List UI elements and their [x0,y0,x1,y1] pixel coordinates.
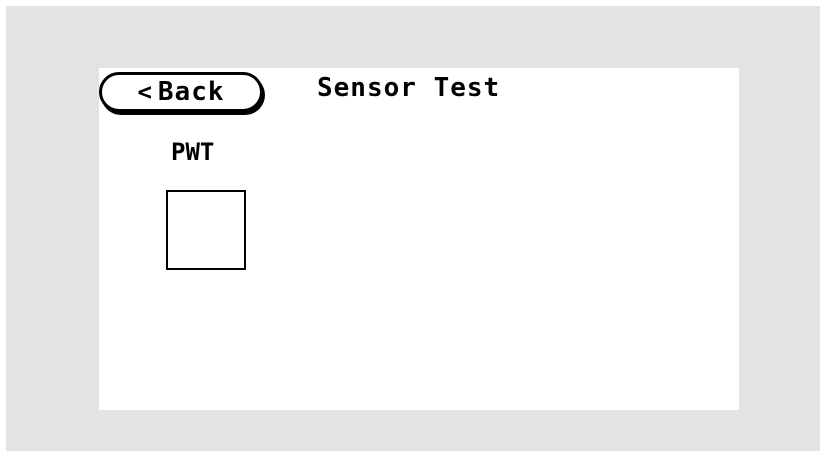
screen: < Back Sensor Test PWT [99,68,739,410]
sensor-label: PWT [171,138,215,166]
sensor-indicator-box [166,190,246,270]
page-title: Sensor Test [317,73,501,103]
device-frame: < Back Sensor Test PWT [6,6,820,451]
chevron-left-icon: < [137,78,152,106]
back-button[interactable]: < Back [99,72,263,112]
back-button-label: Back [157,77,225,107]
